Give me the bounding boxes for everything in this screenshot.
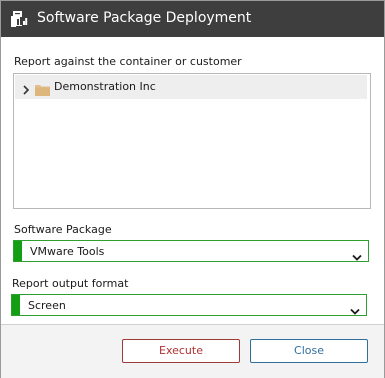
chevron-down-icon[interactable] — [350, 301, 360, 315]
required-indicator — [14, 241, 22, 261]
output-format-select[interactable]: Screen — [11, 294, 367, 316]
chevron-down-icon[interactable] — [352, 247, 362, 261]
title-bar: Software Package Deployment — [1, 1, 384, 37]
tree-item-label: Demonstration Inc — [54, 80, 156, 93]
report-deployment-icon — [10, 10, 28, 28]
software-package-select[interactable]: VMware Tools — [13, 240, 369, 262]
chevron-right-icon[interactable] — [21, 81, 31, 95]
folder-icon — [35, 81, 50, 96]
required-indicator — [12, 295, 20, 315]
container-tree[interactable]: Demonstration Inc — [13, 73, 371, 209]
dialog: Software Package Deployment Report again… — [0, 0, 385, 378]
software-package-value: VMware Tools — [30, 245, 105, 258]
close-button[interactable]: Close — [250, 339, 368, 363]
software-package-label: Software Package — [14, 223, 112, 236]
output-format-value: Screen — [28, 299, 66, 312]
container-label: Report against the container or customer — [14, 55, 242, 68]
output-format-label: Report output format — [12, 277, 129, 290]
window-title: Software Package Deployment — [37, 10, 252, 26]
execute-button[interactable]: Execute — [122, 339, 240, 363]
tree-item-demonstration-inc[interactable]: Demonstration Inc — [15, 75, 367, 99]
dialog-footer: Execute Close — [1, 324, 384, 378]
